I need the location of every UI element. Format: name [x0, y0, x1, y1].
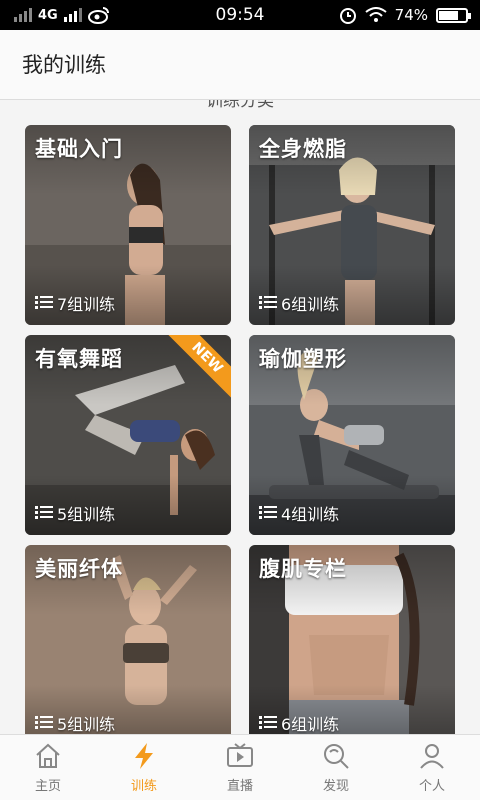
tab-label: 直播	[226, 779, 253, 794]
battery-icon	[436, 7, 471, 23]
card-title: 基础入门	[35, 137, 123, 161]
section-title: 训练分类	[206, 100, 274, 111]
category-card-basic[interactable]: 基础入门 7组训练	[25, 125, 231, 325]
category-card-fat-burn[interactable]: 全身燃脂 6组训练	[249, 125, 455, 325]
home-icon	[36, 743, 60, 768]
card-count-label: 6组训练	[281, 295, 340, 314]
list-icon	[259, 296, 277, 310]
card-count-label: 4组训练	[281, 505, 340, 524]
tab-live[interactable]: 直播	[192, 735, 288, 800]
card-count: 5组训练	[35, 501, 115, 525]
category-card-aerobic-dance[interactable]: NEW 有氧舞蹈 5组训练	[25, 335, 231, 535]
page-title: 我的训练	[22, 53, 106, 77]
card-count-label: 6组训练	[281, 715, 340, 734]
list-icon	[259, 716, 277, 730]
wifi-icon	[365, 7, 387, 22]
tab-label: 主页	[34, 779, 61, 794]
card-title: 腹肌专栏	[259, 557, 347, 581]
tab-profile[interactable]: 个人	[384, 735, 480, 800]
tab-home[interactable]: 主页	[0, 735, 96, 800]
list-icon	[35, 296, 53, 310]
card-title: 瑜伽塑形	[259, 347, 347, 371]
lightning-icon	[135, 743, 153, 769]
list-icon	[35, 506, 53, 520]
card-count: 6组训练	[259, 291, 339, 315]
status-bar: 4G 09:54 74%	[0, 0, 480, 30]
card-title: 有氧舞蹈	[35, 347, 123, 371]
category-card-yoga[interactable]: 瑜伽塑形 4组训练	[249, 335, 455, 535]
tab-discover[interactable]: 发现	[288, 735, 384, 800]
tab-training[interactable]: 训练	[96, 735, 192, 800]
category-grid: 训练分类 基础入门 7组训练 全身燃脂 6组训练 NEW 有氧舞蹈 5组训练 瑜…	[0, 100, 480, 734]
card-title: 美丽纤体	[35, 557, 123, 581]
category-card-abs[interactable]: 腹肌专栏 6组训练	[249, 545, 455, 734]
tab-label: 发现	[322, 779, 349, 794]
card-count: 5组训练	[35, 711, 115, 734]
person-icon	[420, 744, 444, 769]
card-count-label: 7组训练	[57, 295, 116, 314]
card-count-label: 5组训练	[57, 505, 116, 524]
card-count: 6组训练	[259, 711, 339, 734]
tab-label: 训练	[130, 779, 157, 794]
card-count: 4组训练	[259, 501, 339, 525]
category-card-slim-body[interactable]: 美丽纤体 5组训练	[25, 545, 231, 734]
list-icon	[35, 716, 53, 730]
app-header: 我的训练	[0, 30, 480, 100]
list-icon	[259, 506, 277, 520]
discover-icon	[324, 744, 349, 769]
card-title: 全身燃脂	[259, 137, 347, 161]
bottom-tab-bar: 主页 训练 直播 发现 个人	[0, 734, 480, 800]
card-count-label: 5组训练	[57, 715, 116, 734]
alarm-icon	[339, 8, 356, 24]
tab-label: 个人	[418, 779, 445, 794]
battery-percent: 74%	[394, 6, 428, 24]
tv-play-icon	[227, 743, 253, 767]
card-count: 7组训练	[35, 291, 115, 315]
